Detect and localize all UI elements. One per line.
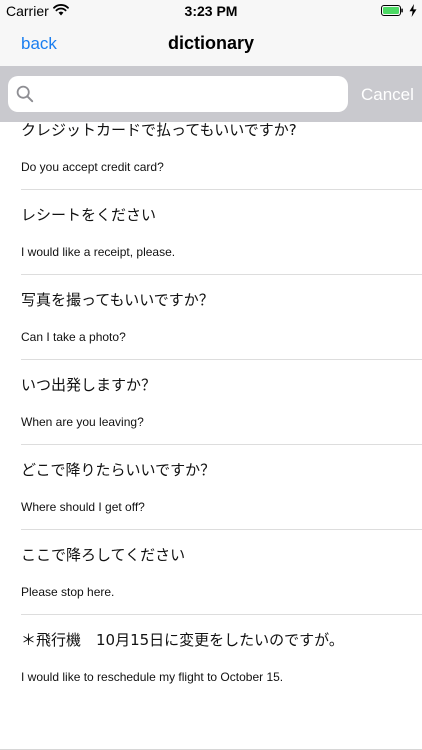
phrase-english: When are you leaving?: [21, 415, 144, 429]
cancel-button[interactable]: Cancel: [361, 85, 414, 105]
charging-icon: [409, 4, 417, 17]
battery-icon: [381, 5, 403, 16]
list-item[interactable]: ＊飛行機 10月15日に変更をしたいのですが。 I would like to r…: [0, 615, 422, 700]
status-bar: Carrier 3:23 PM: [0, 0, 422, 22]
list-item[interactable]: どこで降りたらいいですか？ Where should I get off?: [0, 445, 422, 530]
phrase-english: Can I take a photo?: [21, 330, 126, 344]
phrase-english: I would like a receipt, please.: [21, 245, 176, 259]
list-item[interactable]: 写真を撮ってもいいですか？ Can I take a photo?: [0, 275, 422, 360]
phrase-english: Where should I get off?: [21, 500, 145, 514]
phrase-japanese: レシートをください: [21, 206, 157, 224]
phrase-japanese: クレジットカードで払ってもいいですか?: [21, 122, 297, 139]
phrase-list[interactable]: クレジットカードで払ってもいいですか? Do you accept credit …: [0, 122, 422, 750]
phrase-japanese: どこで降りたらいいですか？: [21, 461, 216, 479]
phrase-list-content: クレジットカードで払ってもいいですか? Do you accept credit …: [0, 122, 422, 700]
phrase-english: Do you accept credit card?: [21, 160, 164, 174]
phrase-japanese: ここで降ろしてください: [21, 546, 186, 564]
phrase-english: Please stop here.: [21, 585, 115, 599]
clock: 3:23 PM: [184, 3, 238, 19]
navigation-bar: back dictionary: [0, 22, 422, 66]
phrase-japanese: ＊飛行機 10月15日に変更をしたいのですが。: [21, 631, 344, 649]
phrase-japanese: いつ出発しますか？: [21, 376, 157, 394]
page-title: dictionary: [167, 33, 255, 53]
phrase-japanese: 写真を撮ってもいいですか？: [21, 291, 214, 309]
list-item[interactable]: ここで降ろしてください Please stop here.: [0, 530, 422, 615]
search-bar: Cancel: [0, 66, 422, 122]
search-field[interactable]: [8, 76, 348, 112]
phrase-english: I would like to reschedule my flight to …: [21, 670, 284, 684]
list-item[interactable]: クレジットカードで払ってもいいですか? Do you accept credit …: [0, 122, 422, 190]
list-item[interactable]: レシートをください I would like a receipt, please.: [0, 190, 422, 275]
search-input[interactable]: [42, 76, 342, 112]
search-icon: [16, 85, 34, 103]
list-item[interactable]: いつ出発しますか？ When are you leaving?: [0, 360, 422, 445]
screen: Carrier 3:23 PM back dictionary Cancel ク…: [0, 0, 422, 750]
